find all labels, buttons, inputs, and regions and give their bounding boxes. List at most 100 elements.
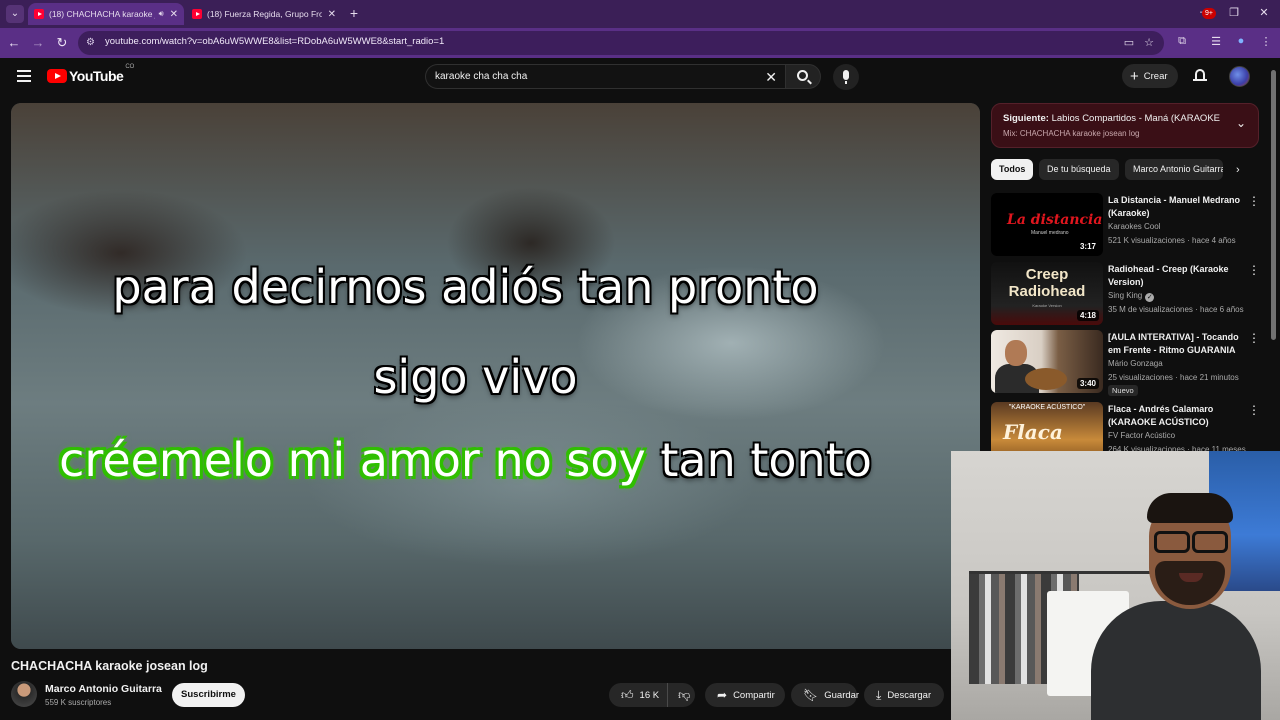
search-button[interactable] bbox=[785, 64, 821, 89]
chip-marco-antonio[interactable]: Marco Antonio Guitarra bbox=[1125, 159, 1223, 180]
account-avatar[interactable] bbox=[1229, 66, 1250, 87]
youtube-favicon-icon bbox=[192, 9, 202, 19]
youtube-favicon-icon bbox=[34, 9, 44, 19]
download-button[interactable]: ⤓ Descargar bbox=[864, 683, 944, 707]
browser-toolbar: ← → ↻ ⚙ youtube.com/watch?v=obA6uW5WWE8&… bbox=[0, 28, 1280, 58]
webcam-overlay bbox=[951, 451, 1280, 720]
video-thumbnail[interactable]: La distancia Manuel medrano 3:17 bbox=[991, 193, 1103, 256]
recommendation-item[interactable]: La distancia Manuel medrano 3:17 La Dist… bbox=[991, 193, 1260, 259]
duration-badge: 3:17 bbox=[1076, 241, 1099, 252]
search-input[interactable]: karaoke cha cha cha ✕ bbox=[425, 64, 785, 89]
recommendation-item[interactable]: 3:40 [AULA INTERATIVA] - Tocando em Fren… bbox=[991, 330, 1260, 396]
save-label: Guardar bbox=[824, 689, 860, 701]
chevron-right-icon[interactable]: › bbox=[1236, 164, 1240, 176]
browser-menu-icon[interactable]: ⋮ bbox=[1258, 35, 1274, 48]
more-options-icon[interactable]: ⋮ bbox=[1248, 332, 1260, 344]
cast-icon[interactable]: ▭ bbox=[1122, 36, 1136, 49]
country-code: CO bbox=[125, 64, 135, 70]
share-button[interactable]: ➦ Compartir bbox=[705, 683, 785, 707]
close-tab-icon[interactable]: ✕ bbox=[328, 9, 336, 20]
notifications-bell-icon[interactable] bbox=[1193, 68, 1207, 82]
lyric-line-3: créemelo mi amor no soy tan tonto bbox=[11, 433, 950, 487]
new-badge: Nuevo bbox=[1108, 385, 1138, 396]
lyric-line-1: para decirnos adiós tan pronto bbox=[112, 260, 819, 314]
thumbs-down-icon: 👎︎ bbox=[678, 687, 691, 702]
close-tab-icon[interactable]: ✕ bbox=[170, 9, 178, 20]
search-query[interactable]: karaoke cha cha cha bbox=[435, 71, 527, 82]
url-text[interactable]: youtube.com/watch?v=obA6uW5WWE8&list=RDo… bbox=[105, 36, 444, 47]
profile-icon[interactable]: ● bbox=[1233, 35, 1249, 47]
webcam-glasses bbox=[1154, 531, 1228, 553]
reading-list-icon[interactable]: ☰ bbox=[1208, 35, 1224, 48]
bookmark-star-icon[interactable]: ☆ bbox=[1142, 36, 1156, 49]
more-options-icon[interactable]: ⋮ bbox=[1248, 404, 1260, 416]
subscriber-count: 559 K suscriptores bbox=[45, 698, 112, 707]
thumbnail-text: Radiohead bbox=[1008, 283, 1086, 300]
chip-todos[interactable]: Todos bbox=[991, 159, 1034, 180]
back-arrow-icon[interactable]: ← bbox=[5, 34, 23, 52]
extensions-icon[interactable]: ⧉ bbox=[1174, 35, 1190, 48]
menu-hamburger-icon[interactable] bbox=[17, 70, 31, 82]
dislike-button[interactable]: 👎︎ bbox=[668, 688, 690, 703]
channel-name[interactable]: Marco Antonio Guitarra bbox=[45, 683, 162, 695]
up-next-prefix: Siguiente: bbox=[1003, 113, 1049, 124]
verified-check-icon: ✓ bbox=[1145, 293, 1155, 302]
recommendation-title[interactable]: Radiohead - Creep (Karaoke Version) bbox=[1108, 263, 1242, 289]
recommendation-meta: 521 K visualizaciones · hace 4 años bbox=[1108, 236, 1236, 245]
video-thumbnail[interactable]: Creep Radiohead Karaoke Version 4:18 bbox=[991, 262, 1103, 325]
search-icon bbox=[797, 70, 808, 81]
browser-tabstrip: ⌄ (18) CHACHACHA karaoke josean log 🔊︎ ✕… bbox=[0, 0, 1280, 28]
up-next-title: Labios Compartidos - Maná (KARAOKE ... bbox=[1051, 113, 1223, 124]
speaker-icon[interactable]: 🔊︎ bbox=[159, 9, 164, 19]
recommendation-title[interactable]: La Distancia - Manuel Medrano (Karaoke) bbox=[1108, 194, 1242, 220]
more-options-icon[interactable]: ⋮ bbox=[1248, 264, 1260, 276]
close-window-icon[interactable]: ✕ bbox=[1254, 6, 1274, 19]
create-button[interactable]: + Crear bbox=[1122, 64, 1178, 88]
download-label: Descargar bbox=[887, 689, 932, 701]
thumbnail-face bbox=[1005, 340, 1027, 366]
like-button[interactable]: 👍︎ 16 K bbox=[609, 683, 669, 707]
microphone-icon bbox=[843, 70, 849, 84]
up-next-panel[interactable]: Siguiente: Labios Compartidos - Maná (KA… bbox=[991, 103, 1259, 148]
recommendation-channel[interactable]: Karaokes Cool bbox=[1108, 222, 1160, 231]
recommendation-channel[interactable]: Mário Gonzaga bbox=[1108, 359, 1163, 368]
recommendation-channel[interactable]: FV Factor Acústico bbox=[1108, 431, 1175, 440]
logo-wordmark: YouTube bbox=[69, 68, 124, 84]
reload-icon[interactable]: ↻ bbox=[53, 34, 71, 52]
tab-chachacha[interactable]: (18) CHACHACHA karaoke josean log 🔊︎ ✕ bbox=[28, 3, 184, 25]
save-button[interactable]: 🔖︎ Guardar bbox=[791, 683, 860, 707]
thumbnail-text: Flaca bbox=[1003, 420, 1063, 444]
recommendation-meta: 35 M de visualizaciones · hace 6 años bbox=[1108, 305, 1244, 314]
more-options-icon[interactable]: ⋮ bbox=[1248, 195, 1260, 207]
share-label: Compartir bbox=[733, 689, 775, 701]
subscribe-button[interactable]: Suscribirme bbox=[172, 683, 245, 707]
chip-de-tu-busqueda[interactable]: De tu búsqueda bbox=[1039, 159, 1119, 180]
video-player[interactable]: para decirnos adiós tan pronto sigo vivo… bbox=[11, 103, 980, 649]
address-bar[interactable]: ⚙ youtube.com/watch?v=obA6uW5WWE8&list=R… bbox=[78, 31, 1164, 55]
new-tab-button[interactable]: + bbox=[346, 5, 362, 21]
tab-fuerza-regida[interactable]: (18) Fuerza Regida, Grupo Frontera ✕ bbox=[186, 3, 342, 25]
page-scrollbar[interactable] bbox=[1271, 70, 1276, 340]
bookmark-icon: 🔖︎ bbox=[803, 688, 819, 702]
mix-label: Mix: CHACHACHA karaoke josean log bbox=[1003, 129, 1140, 138]
duration-badge: 4:18 bbox=[1076, 310, 1099, 321]
lyric-line-3-sung: créemelo mi amor no soy bbox=[59, 433, 646, 487]
webcam-person-body bbox=[1091, 601, 1261, 720]
thumbnail-text: Creep bbox=[1025, 266, 1069, 283]
channel-avatar[interactable] bbox=[11, 681, 37, 707]
recommendation-title[interactable]: [AULA INTERATIVA] - Tocando em Frente - … bbox=[1108, 331, 1242, 357]
site-info-icon[interactable]: ⚙ bbox=[86, 37, 98, 49]
forward-arrow-icon[interactable]: → bbox=[29, 34, 47, 52]
youtube-play-icon bbox=[47, 69, 67, 83]
video-thumbnail[interactable]: 3:40 bbox=[991, 330, 1103, 393]
restore-window-icon[interactable]: ❐ bbox=[1224, 6, 1244, 19]
recommendation-item[interactable]: Creep Radiohead Karaoke Version 4:18 Rad… bbox=[991, 262, 1260, 328]
clear-search-icon[interactable]: ✕ bbox=[765, 69, 777, 86]
voice-search-button[interactable] bbox=[833, 64, 859, 90]
tab-search-button[interactable]: ⌄ bbox=[6, 5, 24, 23]
recommendation-channel-row[interactable]: Sing King ✓ bbox=[1108, 291, 1155, 302]
thumbnail-subtext: Manuel medrano bbox=[1031, 230, 1069, 236]
recommendation-title[interactable]: Flaca - Andrés Calamaro (KARAOKE ACÚSTIC… bbox=[1108, 403, 1242, 429]
chevron-down-icon[interactable]: ⌄ bbox=[1236, 116, 1246, 130]
youtube-logo[interactable]: YouTube CO bbox=[47, 64, 134, 84]
